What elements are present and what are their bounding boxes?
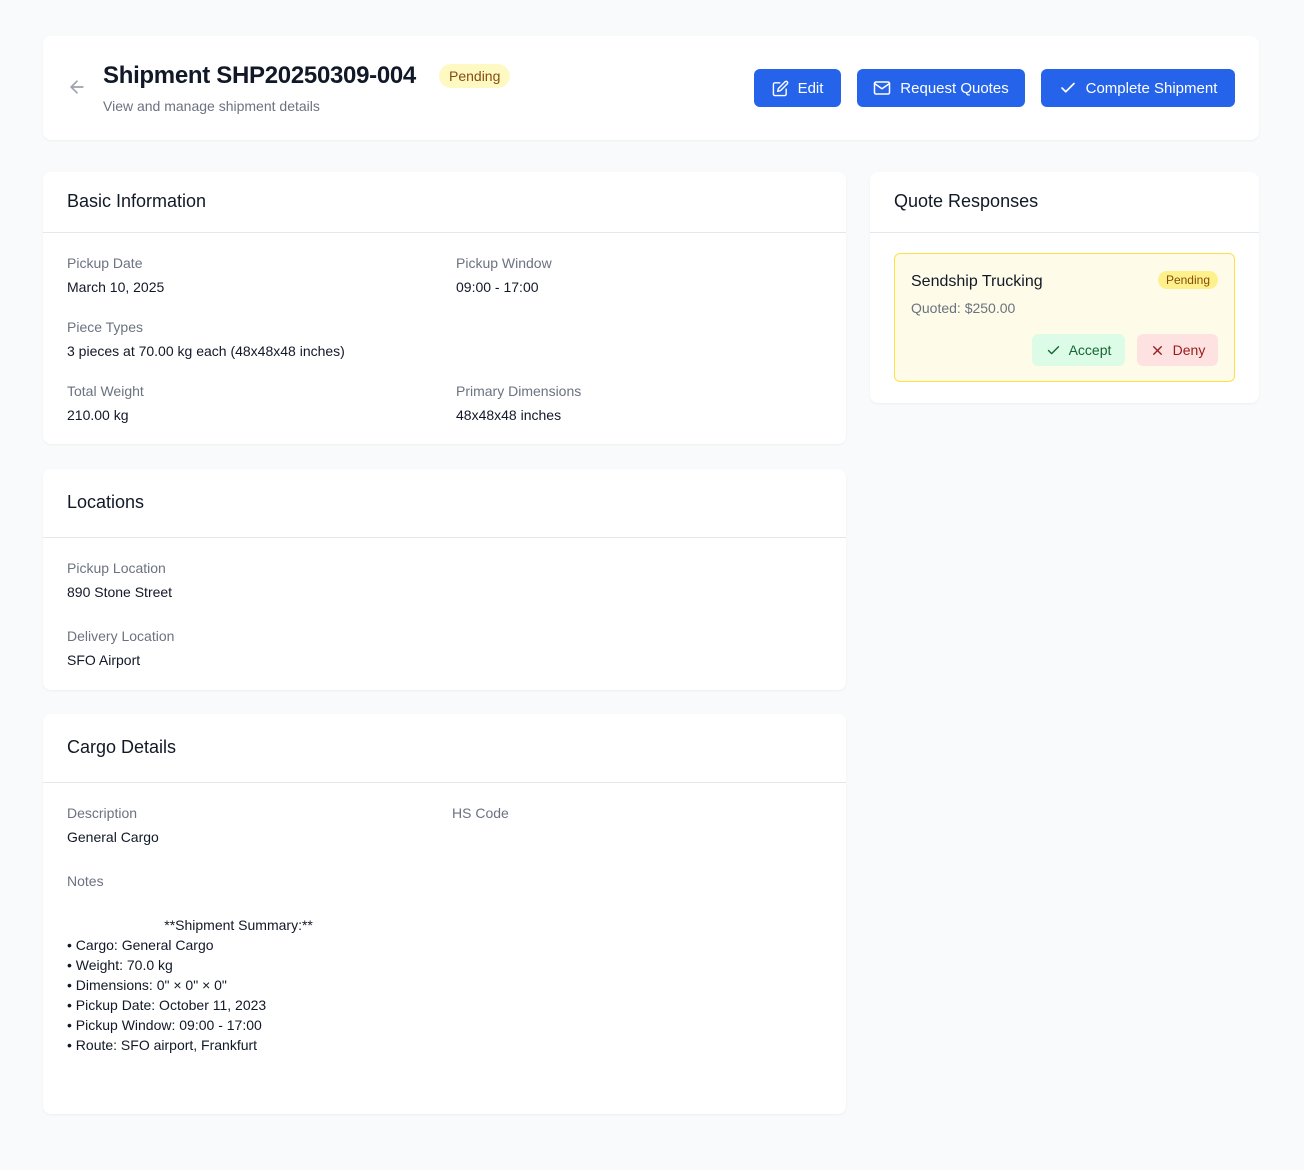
pickup-window-label: Pickup Window xyxy=(456,255,552,271)
divider xyxy=(43,782,846,783)
description-value: General Cargo xyxy=(67,829,159,845)
delivery-location-value: SFO Airport xyxy=(67,652,141,668)
quote-item: Sendship Trucking Pending Quoted: $250.0… xyxy=(894,253,1235,382)
pickup-window-value: 09:00 - 17:00 xyxy=(456,279,539,295)
check-icon xyxy=(1060,82,1075,93)
section-title: Quote Responses xyxy=(894,191,1039,211)
quote-company: Sendship Trucking xyxy=(911,273,1043,290)
pickup-date-value: March 10, 2025 xyxy=(67,279,165,295)
request-quotes-label: Request Quotes xyxy=(900,79,1009,97)
complete-shipment-button[interactable]: Complete Shipment xyxy=(1041,69,1235,107)
status-badge: Pending xyxy=(439,64,511,88)
total-weight-label: Total Weight xyxy=(67,383,144,399)
arrow-left-icon xyxy=(70,80,84,94)
quote-responses-card: Quote Responses Sendship Trucking Pendin… xyxy=(870,172,1259,403)
deny-label: Deny xyxy=(1172,342,1206,358)
notes-value: **Shipment Summary:** • Cargo: General C… xyxy=(67,917,313,1053)
locations-card: Locations Pickup Location 890 Stone Stre… xyxy=(43,469,846,690)
complete-shipment-label: Complete Shipment xyxy=(1085,79,1218,97)
divider xyxy=(870,232,1259,233)
quote-status-badge: Pending xyxy=(1157,271,1218,289)
piece-types-label: Piece Types xyxy=(67,319,144,335)
primary-dimensions-label: Primary Dimensions xyxy=(456,383,582,399)
pickup-date-label: Pickup Date xyxy=(67,255,143,271)
notes-label: Notes xyxy=(67,873,104,889)
request-quotes-button[interactable]: Request Quotes xyxy=(857,69,1025,107)
pickup-location-value: 890 Stone Street xyxy=(67,584,173,600)
hs-code-label: HS Code xyxy=(452,805,509,821)
edit-button-label: Edit xyxy=(797,79,824,97)
total-weight-value: 210.00 kg xyxy=(67,407,129,423)
piece-types-value: 3 pieces at 70.00 kg each (48x48x48 inch… xyxy=(67,343,345,359)
edit-button[interactable]: Edit xyxy=(754,69,841,107)
page-subtitle: View and manage shipment details xyxy=(103,98,320,114)
mail-icon xyxy=(874,81,891,95)
x-icon xyxy=(1152,345,1162,355)
accept-quote-button[interactable]: Accept xyxy=(1032,334,1125,366)
edit-icon xyxy=(772,80,788,96)
section-title: Cargo Details xyxy=(67,737,177,757)
delivery-location-label: Delivery Location xyxy=(67,628,175,644)
section-title: Basic Information xyxy=(67,191,207,211)
deny-quote-button[interactable]: Deny xyxy=(1137,334,1218,366)
pickup-location-label: Pickup Location xyxy=(67,560,166,576)
divider xyxy=(43,537,846,538)
quote-price: Quoted: $250.00 xyxy=(911,300,1016,316)
cargo-details-card: Cargo Details Description General Cargo … xyxy=(43,714,846,1114)
section-title: Locations xyxy=(67,492,145,512)
description-label: Description xyxy=(67,805,138,821)
primary-dimensions-value: 48x48x48 inches xyxy=(456,407,562,423)
page-title: Shipment SHP20250309-004 xyxy=(103,62,416,89)
back-button[interactable] xyxy=(66,76,88,98)
divider xyxy=(43,232,846,233)
basic-information-card: Basic Information Pickup Date March 10, … xyxy=(43,172,846,444)
accept-label: Accept xyxy=(1068,342,1112,358)
check-icon xyxy=(1047,345,1059,354)
